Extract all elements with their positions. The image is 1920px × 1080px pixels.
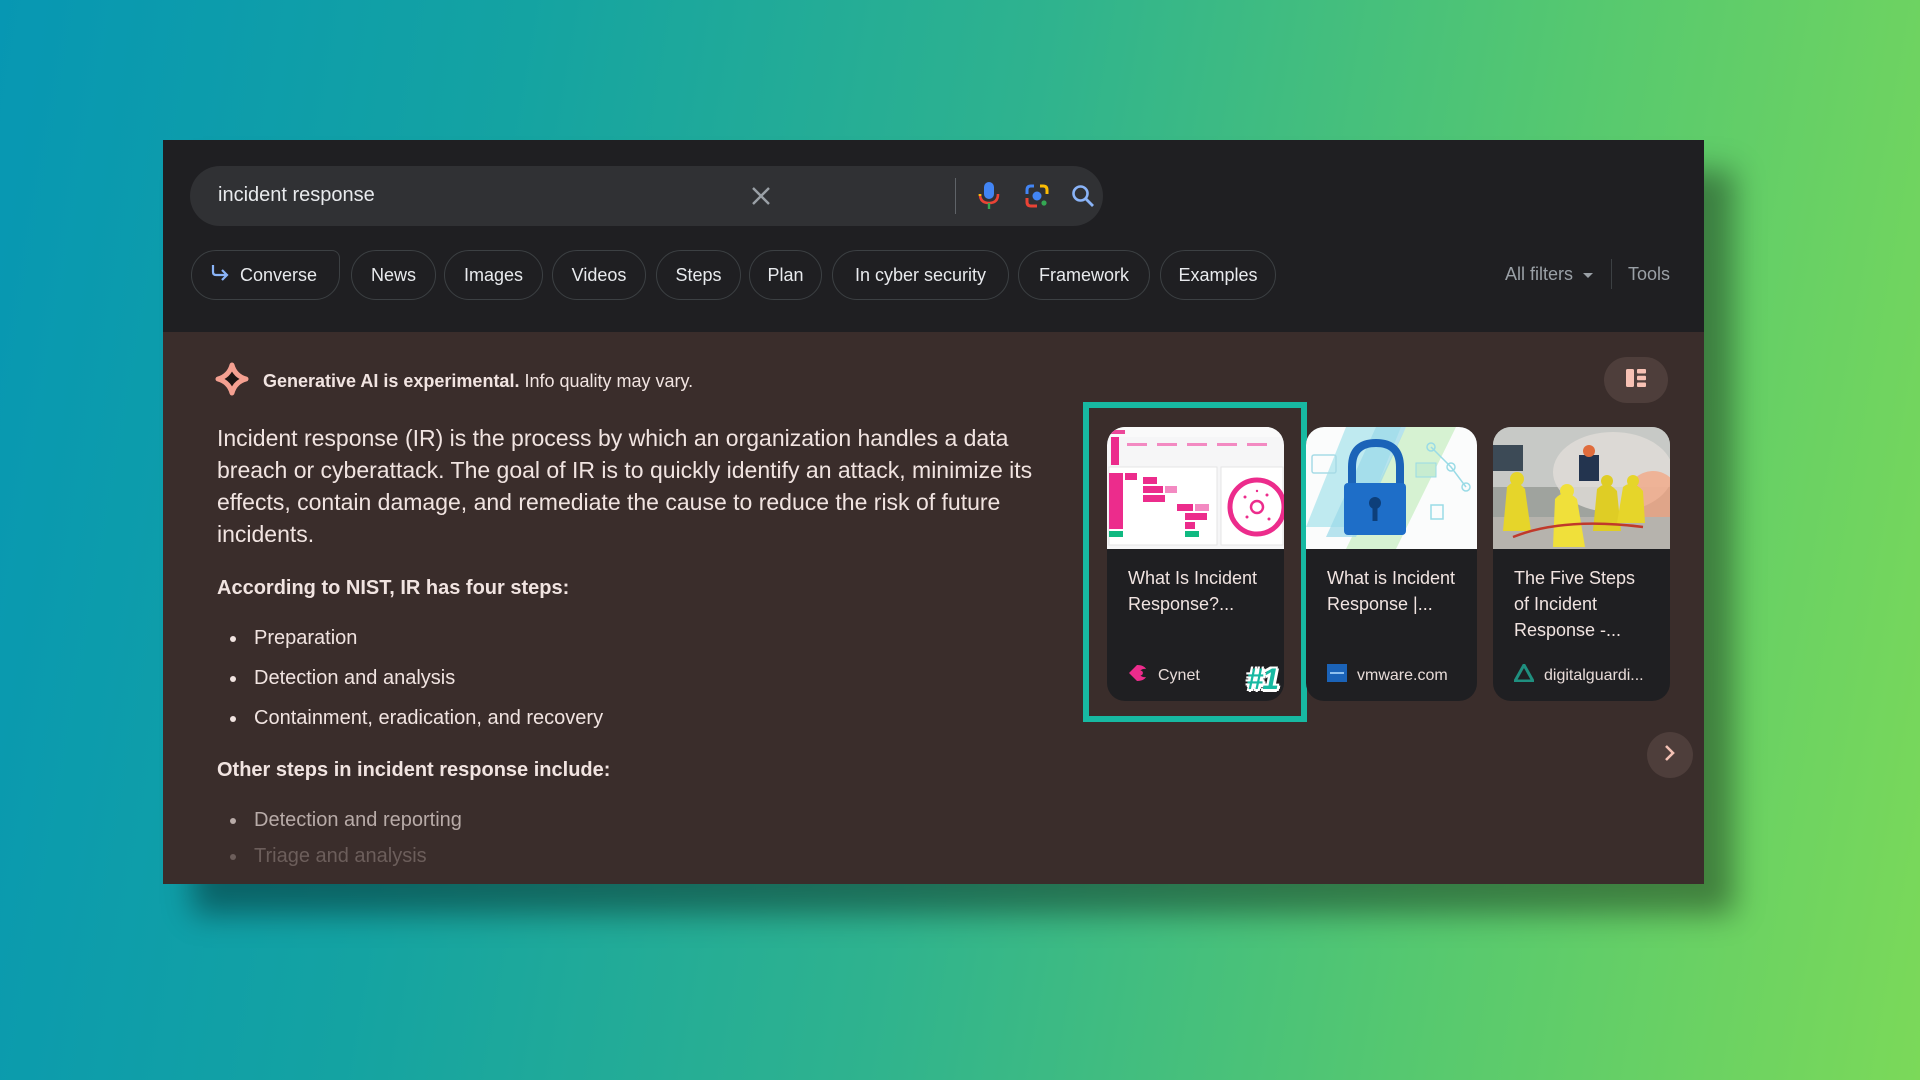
chip-converse[interactable]: Converse bbox=[191, 250, 340, 300]
source-card-digitalguardian[interactable]: The Five Steps of Incident Response -...… bbox=[1493, 427, 1670, 701]
vmware-logo-icon bbox=[1327, 664, 1347, 687]
disclaimer-rest: Info quality may vary. bbox=[519, 371, 694, 391]
chip-images[interactable]: Images bbox=[444, 250, 543, 300]
source-site-name: vmware.com bbox=[1357, 666, 1448, 684]
source-title: The Five Steps of Incident Response -... bbox=[1514, 568, 1636, 640]
search-header: incident response Converse News Images V… bbox=[163, 140, 1704, 332]
source-site: digitalguardi... bbox=[1512, 661, 1644, 687]
source-card-vmware[interactable]: What is Incident Response |... vmware.co… bbox=[1306, 427, 1477, 701]
source-site-name: Cynet bbox=[1158, 666, 1200, 684]
chip-examples[interactable]: Examples bbox=[1160, 250, 1276, 300]
digitalguardian-logo-icon bbox=[1512, 661, 1536, 687]
all-filters-button[interactable]: All filters bbox=[1505, 264, 1593, 285]
list-item: Triage and analysis bbox=[217, 836, 1047, 876]
chip-news[interactable]: News bbox=[351, 250, 436, 300]
source-site: vmware.com bbox=[1327, 664, 1448, 687]
chevron-right-icon bbox=[1664, 744, 1676, 767]
cynet-logo-icon bbox=[1128, 664, 1148, 687]
tools-button[interactable]: Tools bbox=[1628, 264, 1670, 285]
list-item: Preparation bbox=[217, 618, 1047, 658]
source-title: What is Incident Response |... bbox=[1327, 568, 1456, 614]
disclaimer-bold: Generative AI is experimental. bbox=[263, 371, 520, 391]
ai-overview-content: Incident response (IR) is the process by… bbox=[217, 422, 1047, 876]
caret-down-icon bbox=[1582, 272, 1593, 278]
chip-in-cyber-security[interactable]: In cyber security bbox=[832, 250, 1009, 300]
ai-disclaimer: Generative AI is experimental. Info qual… bbox=[215, 362, 693, 401]
chip-framework[interactable]: Framework bbox=[1018, 250, 1150, 300]
chip-label: Converse bbox=[240, 264, 318, 285]
other-steps-list: Detection and reporting Triage and analy… bbox=[217, 800, 1047, 876]
source-thumbnail bbox=[1306, 427, 1477, 549]
source-site-name: digitalguardi... bbox=[1544, 666, 1644, 684]
disclaimer-text: Generative AI is experimental. Info qual… bbox=[263, 371, 693, 392]
source-title: What Is Incident Response?... bbox=[1128, 568, 1258, 614]
chip-plan[interactable]: Plan bbox=[749, 250, 822, 300]
search-bar[interactable]: incident response bbox=[190, 166, 1103, 226]
close-icon[interactable] bbox=[745, 180, 777, 212]
next-sources-button[interactable] bbox=[1647, 732, 1693, 778]
microphone-icon[interactable] bbox=[973, 180, 1005, 212]
search-icon[interactable] bbox=[1067, 180, 1099, 212]
search-divider bbox=[955, 178, 956, 214]
ai-overview: Generative AI is experimental. Info qual… bbox=[163, 332, 1704, 884]
search-results-window: incident response Converse News Images V… bbox=[163, 140, 1704, 884]
source-site: Cynet bbox=[1128, 664, 1200, 687]
source-thumbnail bbox=[1493, 427, 1670, 549]
rank-badge: #1 bbox=[1246, 663, 1279, 696]
nist-heading: According to NIST, IR has four steps: bbox=[217, 577, 570, 599]
chip-steps[interactable]: Steps bbox=[656, 250, 741, 300]
source-thumbnail bbox=[1107, 427, 1284, 549]
nist-steps-list: Preparation Detection and analysis Conta… bbox=[217, 618, 1047, 738]
list-item: Detection and reporting bbox=[217, 800, 1047, 840]
filters-divider bbox=[1610, 259, 1612, 289]
layout-toggle-button[interactable] bbox=[1604, 357, 1668, 403]
chip-videos[interactable]: Videos bbox=[552, 250, 646, 300]
sparkle-icon bbox=[215, 362, 249, 401]
ai-summary: Incident response (IR) is the process by… bbox=[217, 425, 1033, 547]
list-item: Containment, eradication, and recovery bbox=[217, 698, 1047, 738]
google-lens-icon[interactable] bbox=[1021, 180, 1053, 212]
source-card-cynet[interactable]: What Is Incident Response?... Cynet #1 bbox=[1107, 427, 1284, 701]
search-input[interactable]: incident response bbox=[218, 184, 375, 207]
filter-controls: All filters Tools bbox=[1505, 258, 1670, 290]
layout-panel-icon bbox=[1625, 368, 1647, 393]
converse-arrow-icon bbox=[210, 264, 230, 287]
other-steps-heading: Other steps in incident response include… bbox=[217, 759, 611, 781]
list-item: Detection and analysis bbox=[217, 658, 1047, 698]
all-filters-label: All filters bbox=[1504, 263, 1573, 284]
